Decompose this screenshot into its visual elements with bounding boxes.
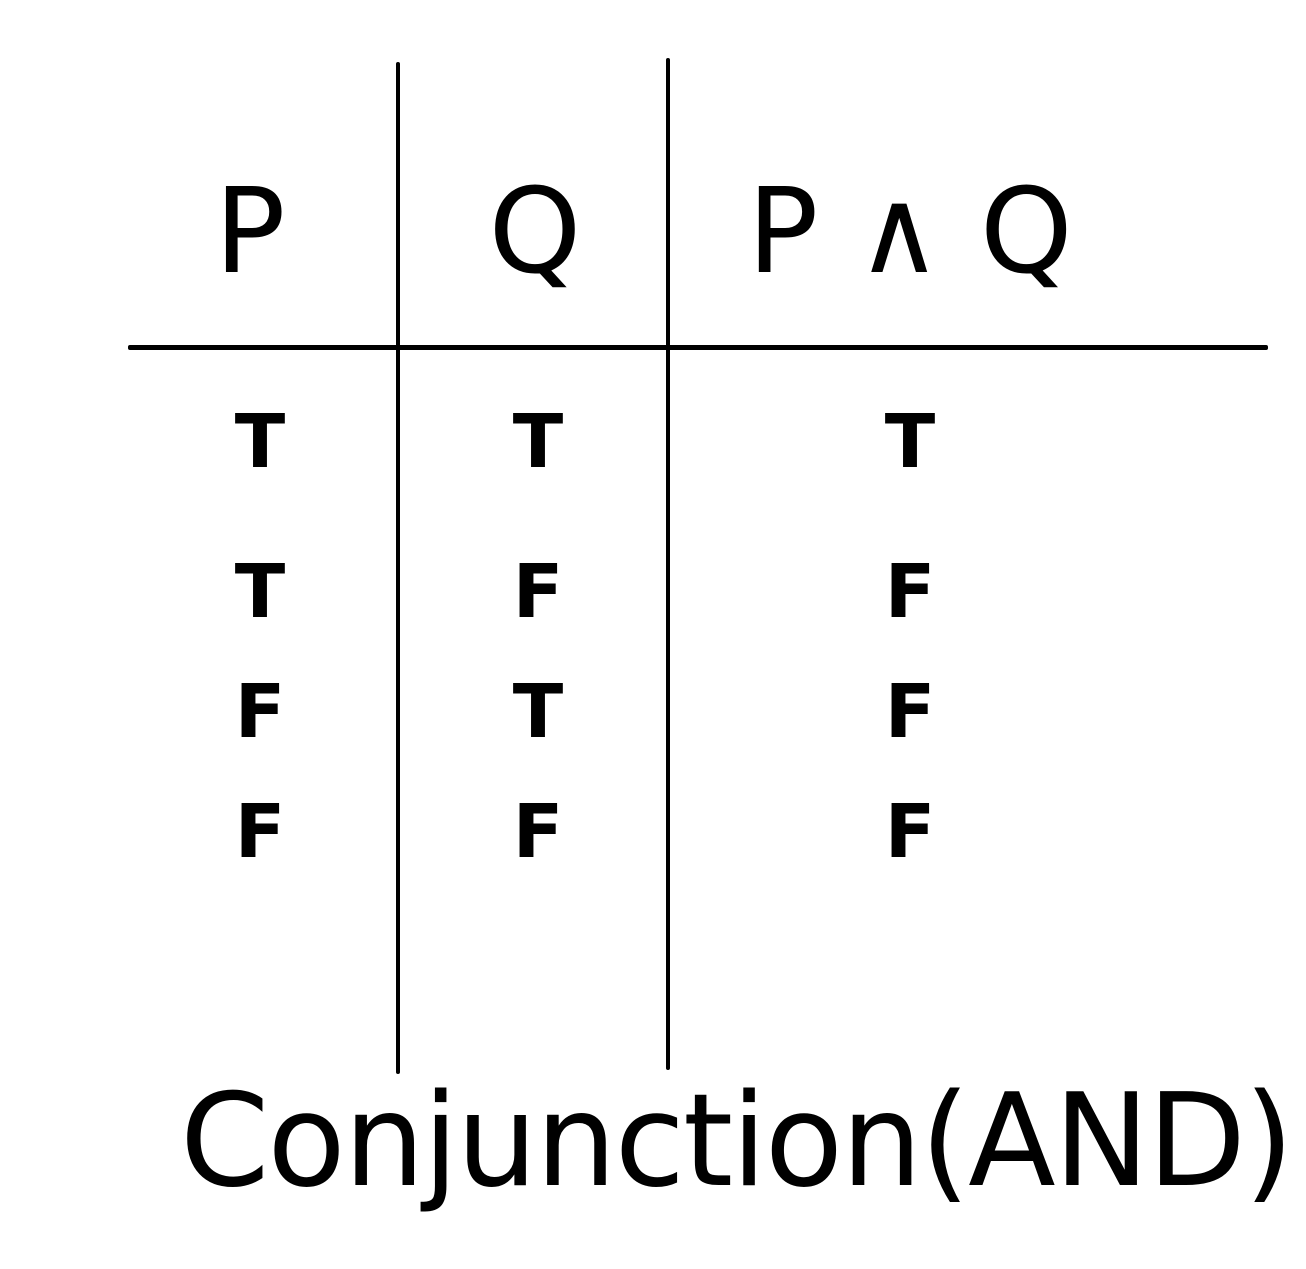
row-4-q: F bbox=[512, 789, 564, 875]
row-3-q: T bbox=[512, 669, 564, 755]
column-divider-2 bbox=[666, 58, 670, 1070]
row-1-p: T bbox=[234, 399, 286, 485]
row-1-p-and-q: T bbox=[884, 399, 936, 485]
row-1-q: T bbox=[512, 399, 564, 485]
row-2-q: F bbox=[512, 549, 564, 635]
column-divider-1 bbox=[396, 62, 400, 1074]
header-q: Q bbox=[488, 162, 582, 300]
header-p: P bbox=[214, 162, 286, 300]
truth-table: P Q P ∧ Q T T T T F F F T F F F F Conjun… bbox=[0, 0, 1306, 1269]
row-3-p-and-q: F bbox=[884, 669, 936, 755]
caption: Conjunction(AND) bbox=[180, 1067, 1294, 1216]
row-3-p: F bbox=[234, 669, 286, 755]
row-2-p: T bbox=[234, 549, 286, 635]
header-p-and-q: P ∧ Q bbox=[747, 162, 1073, 300]
header-divider bbox=[128, 345, 1268, 350]
row-4-p: F bbox=[234, 789, 286, 875]
row-2-p-and-q: F bbox=[884, 549, 936, 635]
row-4-p-and-q: F bbox=[884, 789, 936, 875]
